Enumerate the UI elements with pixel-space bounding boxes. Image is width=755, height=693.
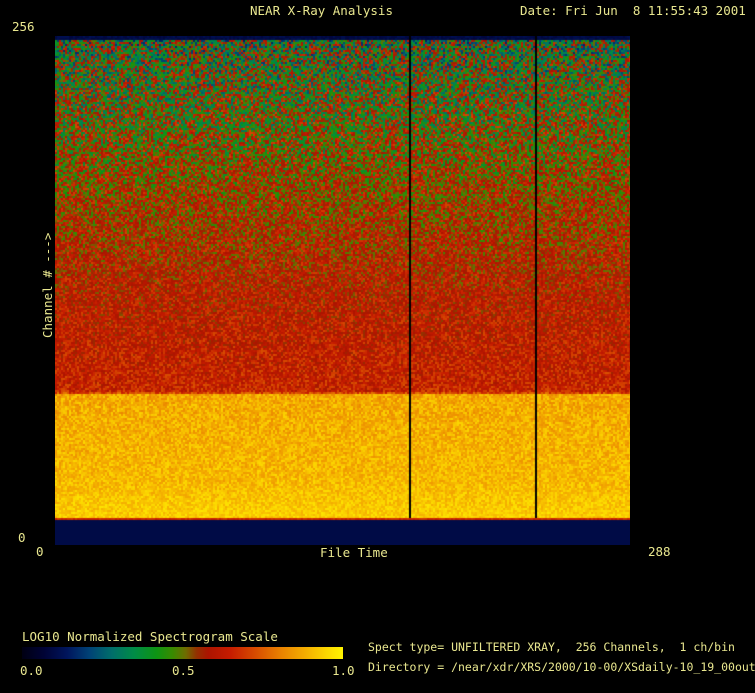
spectrogram-plot-area xyxy=(55,36,630,545)
x-axis-min-tick: 0 xyxy=(36,544,44,559)
xray-analysis-window: { "window": { "background": "#000000", "… xyxy=(0,0,755,693)
directory-info: Directory = /near/xdr/XRS/2000/10-00/XSd… xyxy=(368,660,755,674)
colorbar-gradient xyxy=(22,647,343,659)
colorbar-title: LOG10 Normalized Spectrogram Scale xyxy=(22,629,278,644)
colorbar-tick-1: 1.0 xyxy=(332,663,355,678)
colorbar-tick-0: 0.0 xyxy=(20,663,43,678)
date-label: Date: Fri Jun 8 11:55:43 2001 xyxy=(520,3,746,18)
x-axis-title: File Time xyxy=(320,545,388,560)
colorbar-tick-0.5: 0.5 xyxy=(172,663,195,678)
page-title: NEAR X-Ray Analysis xyxy=(250,3,393,18)
spectrogram-heatmap xyxy=(55,36,630,545)
y-axis-min-tick: 0 xyxy=(18,530,26,545)
spect-type-info: Spect type= UNFILTERED XRAY, 256 Channel… xyxy=(368,640,735,654)
x-axis-max-tick: 288 xyxy=(648,544,671,559)
y-axis-title: Channel # ---> xyxy=(40,232,55,338)
y-axis-max-tick: 256 xyxy=(12,19,35,34)
